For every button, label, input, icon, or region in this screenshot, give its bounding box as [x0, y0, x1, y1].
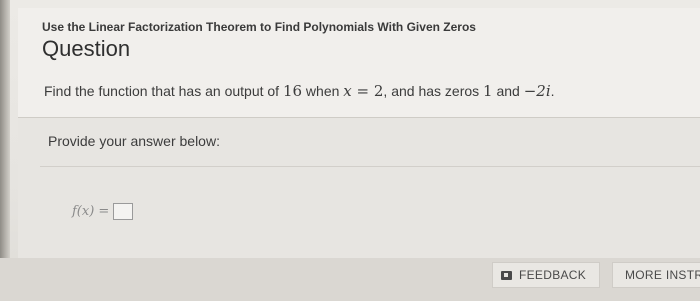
more-instruction-button[interactable]: MORE INSTR — [612, 262, 700, 288]
question-text-part: Find the function that has an output of — [44, 83, 283, 99]
feedback-label: FEEDBACK — [519, 268, 587, 282]
equals-sign: = — [351, 82, 374, 100]
output-value: 16 — [282, 82, 303, 100]
topic-title: Use the Linear Factorization Theorem to … — [42, 20, 476, 34]
question-text-part: . — [550, 83, 555, 99]
question-text-part: and — [492, 83, 524, 99]
function-label: f(x) = — [72, 204, 110, 219]
answer-input-box[interactable] — [113, 203, 134, 220]
question-text-part: when — [302, 83, 344, 99]
divider — [40, 166, 700, 167]
more-instruction-label: MORE INSTR — [625, 268, 700, 282]
input-value: 2 — [373, 82, 384, 100]
question-heading: Question — [42, 36, 131, 61]
question-text: Find the function that has an output of … — [44, 82, 555, 100]
variable-x: x — [343, 82, 352, 100]
answer-row: f(x) = — [72, 203, 134, 220]
answer-prompt: Provide your answer below: — [48, 133, 220, 149]
screen: Use the Linear Factorization Theorem to … — [0, 0, 700, 301]
feedback-icon — [501, 270, 512, 280]
zero-two: −2i — [523, 82, 551, 100]
question-text-part: , and has zeros — [383, 83, 484, 99]
zero-one: 1 — [483, 82, 493, 100]
feedback-button[interactable]: FEEDBACK — [492, 262, 600, 288]
screen-edge — [0, 0, 10, 301]
